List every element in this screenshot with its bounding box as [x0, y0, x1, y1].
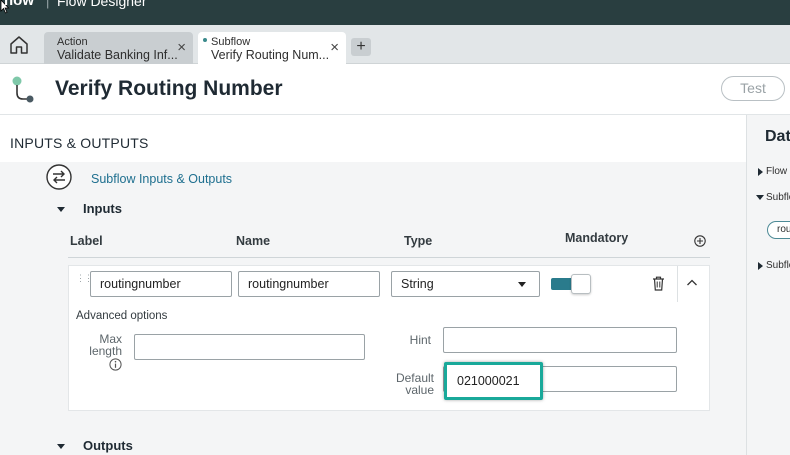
tab-type-label: Action [57, 36, 88, 48]
hint-field[interactable] [443, 327, 677, 353]
data-item-subflow-outputs[interactable]: Subflow Outputs [766, 260, 790, 271]
column-header-label: Label [70, 234, 103, 248]
label-field[interactable] [90, 271, 232, 297]
expand-caret-icon[interactable] [758, 168, 763, 176]
subflow-io-link[interactable]: Subflow Inputs & Outputs [91, 172, 232, 186]
servicenow-logo: now [4, 0, 34, 9]
tab-strip: Action Validate Banking Inf... × Subflow… [0, 25, 790, 64]
data-panel: Data Flow Variables Subflow Inputs routi… [746, 115, 790, 455]
page-title: Verify Routing Number [55, 77, 283, 100]
type-select[interactable]: String [391, 271, 540, 297]
collapse-caret-icon[interactable] [57, 444, 65, 449]
chevron-down-icon [518, 282, 526, 287]
add-input-icon[interactable] [694, 235, 706, 247]
default-value-text: 021000021 [457, 374, 520, 388]
max-length-field[interactable] [134, 334, 365, 360]
data-panel-title: Data [765, 128, 790, 145]
expand-caret-icon[interactable] [758, 262, 763, 270]
tab-type-label: Subflow [211, 36, 251, 48]
max-length-label: Max length [89, 332, 122, 358]
data-pill[interactable]: routingnumber [767, 221, 790, 239]
home-icon[interactable] [8, 34, 30, 56]
title-separator: | [46, 0, 50, 9]
test-button[interactable]: Test [721, 76, 785, 101]
collapse-caret-icon[interactable] [57, 207, 65, 212]
add-tab-button[interactable]: + [351, 38, 371, 56]
inputs-label: Inputs [83, 201, 122, 216]
toggle-knob [571, 274, 591, 294]
collapse-caret-icon[interactable] [756, 195, 764, 200]
tab-name-label: Validate Banking Inf... [57, 48, 178, 62]
top-bar: now | Flow Designer [0, 0, 790, 25]
divider [68, 257, 710, 258]
close-icon[interactable]: × [177, 40, 186, 55]
trash-icon[interactable] [652, 276, 665, 291]
name-field[interactable] [238, 271, 380, 297]
hint-label: Hint [409, 333, 431, 347]
chevron-up-icon[interactable] [686, 278, 698, 287]
column-header-name: Name [236, 234, 271, 248]
page-header: Verify Routing Number Test [0, 64, 790, 115]
default-value-label: Default value [395, 371, 434, 397]
advanced-options-label: Advanced options [76, 310, 168, 322]
mandatory-toggle[interactable] [551, 274, 591, 294]
column-header-mandatory: Mandatory [565, 231, 629, 245]
default-value-highlight[interactable]: 021000021 [444, 362, 543, 400]
divider [677, 266, 678, 302]
unsaved-dot [203, 38, 207, 42]
outputs-label: Outputs [83, 438, 133, 453]
subflow-icon [12, 76, 34, 103]
close-icon[interactable]: × [330, 40, 339, 55]
swap-arrows-icon [46, 164, 72, 190]
tab-subflow[interactable]: Subflow Verify Routing Num... × [198, 32, 346, 64]
data-item-flow-variables[interactable]: Flow Variables [766, 166, 790, 177]
data-item-subflow-inputs[interactable]: Subflow Inputs [766, 192, 790, 203]
tab-name-label: Verify Routing Num... [211, 48, 330, 62]
info-icon[interactable] [109, 358, 122, 371]
column-header-type: Type [404, 234, 433, 248]
app-title: Flow Designer [57, 0, 147, 9]
type-select-value: String [401, 277, 434, 291]
section-heading: INPUTS & OUTPUTS [10, 135, 149, 151]
tab-action[interactable]: Action Validate Banking Inf... × [44, 32, 193, 64]
